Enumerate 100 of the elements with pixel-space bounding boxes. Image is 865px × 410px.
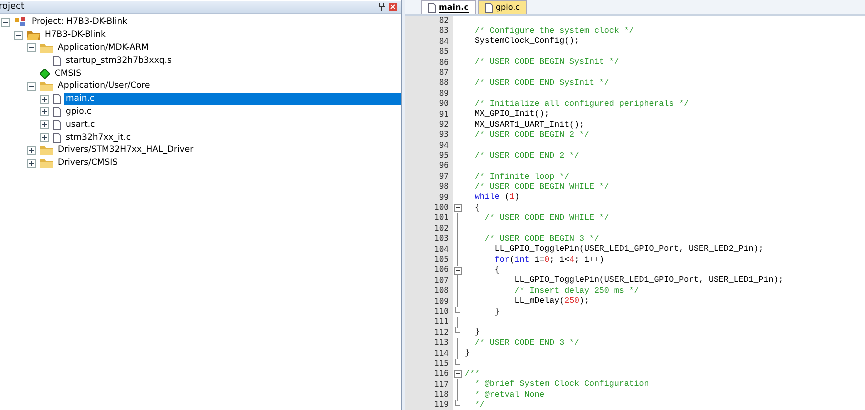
panel-title: roject xyxy=(0,2,25,12)
file-icon xyxy=(53,132,61,143)
folder-icon xyxy=(27,30,40,40)
file-icon xyxy=(53,106,61,117)
line-number: 110 xyxy=(405,306,453,318)
line-number: 118 xyxy=(405,390,453,400)
code-line: /* USER CODE END WHILE */ xyxy=(484,214,610,224)
code-line: */ xyxy=(474,401,485,410)
code-line: } xyxy=(464,349,470,358)
collapse-toggle[interactable] xyxy=(27,43,36,52)
diamond-icon xyxy=(40,68,50,79)
line-number: 96 xyxy=(405,161,453,172)
folder-icon xyxy=(40,81,53,92)
tree-item[interactable]: usart.c xyxy=(64,118,98,131)
code-line: /** xyxy=(464,370,480,379)
code-line: * @brief System Clock Configuration xyxy=(474,380,650,390)
collapse-toggle[interactable] xyxy=(27,82,36,91)
code-line: { xyxy=(494,266,500,276)
line-number: 84 xyxy=(405,36,453,48)
folder-icon xyxy=(40,42,53,53)
tree-item[interactable]: Drivers/CMSIS xyxy=(56,157,120,170)
close-button[interactable] xyxy=(389,3,397,11)
code-line: * @retval None xyxy=(474,390,545,400)
pin-icon[interactable] xyxy=(379,3,385,11)
code-line: while (1) xyxy=(474,193,520,202)
expand-toggle[interactable] xyxy=(40,133,49,142)
file-icon xyxy=(428,2,436,12)
line-number: 106 xyxy=(405,265,453,276)
folder-icon xyxy=(40,145,53,156)
line-number: 94 xyxy=(405,140,453,152)
line-number: 95 xyxy=(405,151,453,162)
code-line: LL_GPIO_TogglePin(USER_LED1_GPIO_Port, USER_LED1_Pin); xyxy=(514,276,784,286)
tree-item[interactable]: main.c xyxy=(64,93,401,106)
project-icon xyxy=(14,17,27,28)
line-number: 99 xyxy=(405,192,453,204)
line-number: 82 xyxy=(405,16,453,26)
tree-item[interactable]: CMSIS xyxy=(53,68,84,80)
expand-toggle[interactable] xyxy=(27,146,36,155)
line-number: 87 xyxy=(405,68,453,78)
tree-item[interactable]: gpio.c xyxy=(64,106,94,118)
code-line: /* USER CODE END 3 */ xyxy=(474,338,580,348)
file-tab[interactable]: main.c xyxy=(421,0,476,14)
code-line: /* USER CODE BEGIN SysInit */ xyxy=(474,58,620,68)
code-line: MX_USART1_UART_Init(); xyxy=(474,120,584,130)
fold-toggle[interactable] xyxy=(454,266,462,275)
code-line: LL_mDelay(250); xyxy=(514,297,590,306)
line-number: 117 xyxy=(405,380,453,390)
line-number: 111 xyxy=(405,317,453,328)
line-number: 88 xyxy=(405,78,453,89)
code-line: /* Insert delay 250 ms */ xyxy=(514,286,640,296)
tree-item[interactable]: Application/User/Core xyxy=(56,80,152,92)
line-number: 104 xyxy=(405,244,453,255)
file-icon xyxy=(53,56,61,66)
fold-toggle[interactable] xyxy=(454,370,462,378)
line-number: 93 xyxy=(405,130,453,141)
collapse-toggle[interactable] xyxy=(1,18,10,27)
line-number: 91 xyxy=(405,110,453,120)
line-number: 92 xyxy=(405,120,453,130)
code-line: /* Infinite loop */ xyxy=(474,172,570,182)
line-number: 109 xyxy=(405,296,453,307)
file-tab[interactable]: gpio.c xyxy=(478,0,528,14)
code-line: /* Configure the system clock */ xyxy=(474,27,634,36)
expand-toggle[interactable] xyxy=(27,158,36,168)
tree-item[interactable]: Drivers/STM32H7xx_HAL_Driver xyxy=(56,144,196,156)
line-number: 113 xyxy=(405,338,453,348)
code-line: } xyxy=(474,328,480,338)
code-line: MX_GPIO_Init(); xyxy=(474,110,550,120)
code-line: { xyxy=(474,204,480,213)
fold-toggle[interactable] xyxy=(454,204,462,212)
file-icon xyxy=(53,94,61,104)
line-number: 108 xyxy=(405,286,453,297)
line-number: 90 xyxy=(405,99,453,110)
tree-item[interactable]: H7B3-DK-Blink xyxy=(43,29,108,42)
line-number: 101 xyxy=(405,213,453,224)
line-number: 103 xyxy=(405,234,453,245)
expand-toggle[interactable] xyxy=(40,94,49,104)
tree-item[interactable]: stm32h7xx_it.c xyxy=(64,132,134,144)
line-number: 115 xyxy=(405,358,453,370)
code-line: } xyxy=(494,308,500,317)
code-line: /* USER CODE BEGIN 2 */ xyxy=(474,130,590,140)
file-icon xyxy=(484,2,493,12)
collapse-toggle[interactable] xyxy=(14,30,23,40)
line-number: 105 xyxy=(405,254,453,266)
code-line: SystemClock_Config(); xyxy=(474,37,580,46)
code-line: /* USER CODE END SysInit */ xyxy=(474,79,610,88)
tree-item[interactable]: startup_stm32h7b3xxq.s xyxy=(64,54,174,67)
code-line: /* USER CODE BEGIN 3 */ xyxy=(484,234,600,244)
code-line: LL_GPIO_TogglePin(USER_LED1_GPIO_Port, USER_LED2_Pin); xyxy=(494,245,764,254)
code-line: /* USER CODE END 2 */ xyxy=(474,152,580,161)
expand-toggle[interactable] xyxy=(40,120,49,130)
line-number: 112 xyxy=(405,328,453,338)
line-number: 97 xyxy=(405,172,453,182)
tree-item[interactable]: Application/MDK-ARM xyxy=(56,42,151,54)
line-number: 86 xyxy=(405,58,453,68)
line-number: 85 xyxy=(405,47,453,58)
tree-item[interactable]: Project: H7B3-DK-Blink xyxy=(30,16,130,28)
code-line: /* USER CODE BEGIN WHILE */ xyxy=(474,182,610,192)
line-number: 107 xyxy=(405,276,453,286)
expand-toggle[interactable] xyxy=(40,107,49,116)
line-number: 119 xyxy=(405,400,453,410)
